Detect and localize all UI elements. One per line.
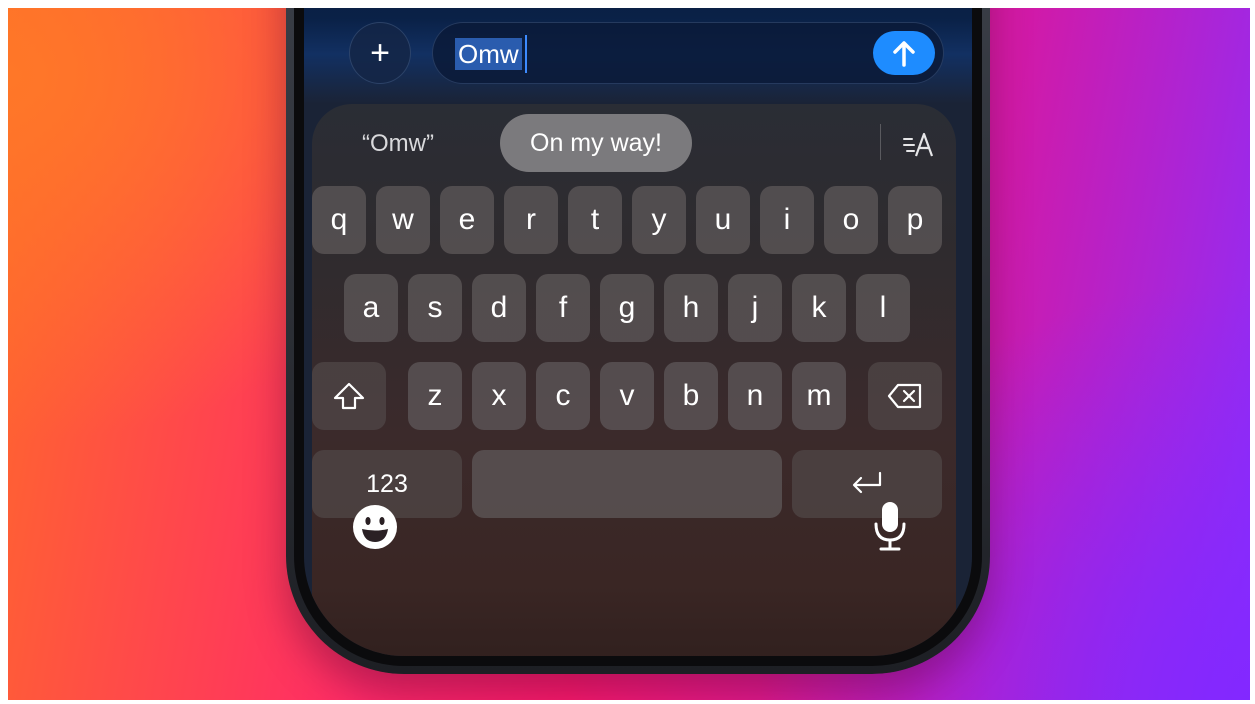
key-w[interactable]: w xyxy=(376,186,430,254)
text-caret xyxy=(525,35,527,73)
selected-message-text: Omw xyxy=(455,38,522,70)
return-icon xyxy=(852,471,882,494)
suggestion-divider xyxy=(880,124,881,160)
suggestion-bar: “Omw” On my way! xyxy=(312,104,956,180)
phone-screen: + Omw “Omw” On my way! q w e r t y u i o… xyxy=(304,8,972,656)
phone-frame: + Omw “Omw” On my way! q w e r t y u i o… xyxy=(286,8,990,674)
key-i[interactable]: i xyxy=(760,186,814,254)
key-m[interactable]: m xyxy=(792,362,846,430)
shift-key[interactable] xyxy=(312,362,386,430)
key-n[interactable]: n xyxy=(728,362,782,430)
add-attachment-button[interactable]: + xyxy=(349,22,411,84)
message-input[interactable]: Omw xyxy=(432,22,944,84)
return-key[interactable] xyxy=(792,450,942,518)
keyboard: “Omw” On my way! q w e r t y u i o p a s… xyxy=(312,104,956,656)
key-j[interactable]: j xyxy=(728,274,782,342)
message-compose-bar: + Omw xyxy=(304,8,972,108)
plus-icon: + xyxy=(370,34,390,72)
key-x[interactable]: x xyxy=(472,362,526,430)
arrow-up-icon xyxy=(893,41,915,67)
key-c[interactable]: c xyxy=(536,362,590,430)
key-u[interactable]: u xyxy=(696,186,750,254)
key-b[interactable]: b xyxy=(664,362,718,430)
key-f[interactable]: f xyxy=(536,274,590,342)
suggestion-autocorrect[interactable]: On my way! xyxy=(500,114,692,172)
suggestion-autocorrect-label: On my way! xyxy=(530,128,662,157)
key-l[interactable]: l xyxy=(856,274,910,342)
key-k[interactable]: k xyxy=(792,274,846,342)
phone-bezel: + Omw “Omw” On my way! q w e r t y u i o… xyxy=(294,8,982,666)
key-t[interactable]: t xyxy=(568,186,622,254)
key-s[interactable]: s xyxy=(408,274,462,342)
space-key[interactable] xyxy=(472,450,782,518)
key-v[interactable]: v xyxy=(600,362,654,430)
key-a[interactable]: a xyxy=(344,274,398,342)
emoji-icon[interactable] xyxy=(352,504,398,550)
gradient-background: + Omw “Omw” On my way! q w e r t y u i o… xyxy=(8,8,1250,700)
key-g[interactable]: g xyxy=(600,274,654,342)
key-o[interactable]: o xyxy=(824,186,878,254)
suggestion-typed[interactable]: “Omw” xyxy=(362,130,434,158)
delete-key[interactable] xyxy=(868,362,942,430)
key-r[interactable]: r xyxy=(504,186,558,254)
key-e[interactable]: e xyxy=(440,186,494,254)
send-button[interactable] xyxy=(873,31,935,75)
key-h[interactable]: h xyxy=(664,274,718,342)
key-z[interactable]: z xyxy=(408,362,462,430)
microphone-icon[interactable] xyxy=(872,500,908,552)
delete-icon xyxy=(887,383,922,409)
shift-icon xyxy=(333,382,365,410)
key-d[interactable]: d xyxy=(472,274,526,342)
key-q[interactable]: q xyxy=(312,186,366,254)
key-y[interactable]: y xyxy=(632,186,686,254)
text-format-icon[interactable] xyxy=(902,126,942,162)
key-p[interactable]: p xyxy=(888,186,942,254)
